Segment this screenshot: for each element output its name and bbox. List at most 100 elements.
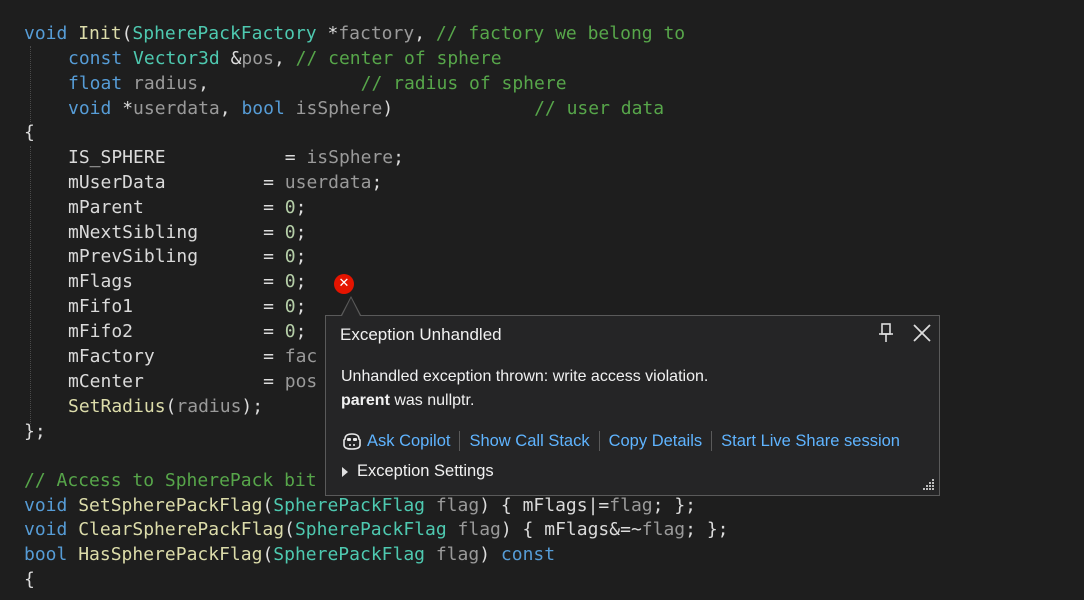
- code-line[interactable]: IS_SPHERE = isSphere;: [68, 146, 404, 170]
- code-line[interactable]: mNextSibling = 0;: [68, 221, 306, 245]
- parameter: isSphere: [295, 98, 383, 119]
- code-line-comment[interactable]: // Access to SpherePack bit: [24, 469, 317, 493]
- type-name: SpherePackFactory: [132, 23, 317, 44]
- exception-settings-toggle[interactable]: Exception Settings: [342, 462, 494, 481]
- error-x-icon[interactable]: ✕: [334, 274, 354, 294]
- code-line[interactable]: SetRadius(radius);: [68, 395, 263, 419]
- code-line[interactable]: float radius, // radius of sphere: [68, 72, 567, 96]
- comment: // center of sphere: [295, 48, 502, 69]
- code-line[interactable]: mFifo2 = 0;: [68, 320, 306, 344]
- type-name: SpherePackFlag: [273, 544, 425, 565]
- keyword: const: [68, 48, 123, 69]
- pin-icon[interactable]: [876, 322, 896, 344]
- parameter: pos: [284, 371, 318, 392]
- parameter: flag: [435, 495, 480, 516]
- start-live-share-link[interactable]: Start Live Share session: [721, 432, 900, 451]
- divider: [459, 431, 461, 451]
- comment: // radius of sphere: [360, 73, 567, 94]
- type-name: Vector3d: [133, 48, 220, 69]
- parameter: userdata: [284, 172, 372, 193]
- member-name: IS_SPHERE: [68, 147, 166, 168]
- member-name: mFifo1: [68, 296, 134, 317]
- code-line[interactable]: void Init(SpherePackFactory *factory, //…: [24, 22, 685, 46]
- exception-settings-label: Exception Settings: [357, 462, 494, 480]
- parameter: flag: [641, 519, 686, 540]
- code-line[interactable]: bool HasSpherePackFlag(SpherePackFlag fl…: [24, 543, 555, 567]
- parameter: flag: [435, 544, 480, 565]
- number-literal: 0: [284, 222, 296, 243]
- keyword: void: [68, 98, 112, 119]
- code-line[interactable]: };: [24, 420, 46, 444]
- member-name: mPrevSibling: [68, 246, 199, 267]
- comment: // user data: [534, 98, 665, 119]
- popup-title: Exception Unhandled: [340, 325, 502, 344]
- number-literal: 0: [284, 296, 296, 317]
- null-variable: parent: [341, 392, 390, 409]
- ask-copilot-link[interactable]: Ask Copilot: [367, 432, 450, 451]
- number-literal: 0: [284, 321, 296, 342]
- divider: [711, 431, 713, 451]
- member-name: mFactory: [68, 346, 155, 367]
- member-name: mNextSibling: [68, 222, 199, 243]
- code-line[interactable]: void ClearSpherePackFlag(SpherePackFlag …: [24, 518, 729, 542]
- expand-triangle-icon: [342, 466, 348, 477]
- parameter: flag: [457, 519, 501, 540]
- parameter: flag: [609, 495, 653, 516]
- keyword: bool: [24, 544, 68, 565]
- member-name: mFlags: [522, 495, 588, 516]
- indent-guide: [30, 146, 31, 424]
- copilot-icon[interactable]: [341, 431, 363, 451]
- member-name: mUserData: [68, 172, 166, 193]
- close-icon[interactable]: [911, 322, 933, 344]
- number-literal: 0: [284, 197, 296, 218]
- code-line[interactable]: mFifo1 = 0;: [68, 295, 306, 319]
- show-call-stack-link[interactable]: Show Call Stack: [469, 432, 589, 451]
- copy-details-link[interactable]: Copy Details: [609, 432, 703, 451]
- code-editor[interactable]: void Init(SpherePackFactory *factory, //…: [0, 0, 1084, 600]
- comment: // factory we belong to: [435, 23, 686, 44]
- parameter: isSphere: [306, 147, 394, 168]
- function-name: ClearSpherePackFlag: [78, 519, 285, 540]
- code-line[interactable]: mFactory = fac: [68, 345, 317, 369]
- code-line[interactable]: const Vector3d &pos, // center of sphere: [68, 47, 502, 71]
- keyword: void: [24, 519, 68, 540]
- divider: [598, 431, 600, 451]
- parameter: userdata: [133, 98, 220, 119]
- code-line[interactable]: {: [24, 568, 35, 592]
- parameter: radius: [133, 73, 199, 94]
- member-name: mFlags: [544, 519, 610, 540]
- exception-detail: parent was nullptr.: [341, 392, 475, 409]
- parameter: radius: [176, 396, 242, 417]
- member-name: mParent: [68, 197, 144, 218]
- type-name: SpherePackFlag: [294, 519, 447, 540]
- keyword: float: [68, 73, 123, 94]
- function-name: SetSpherePackFlag: [78, 495, 263, 516]
- parameter: factory: [338, 23, 415, 44]
- member-name: mFifo2: [68, 321, 134, 342]
- member-name: mFlags: [68, 271, 134, 292]
- code-line[interactable]: mParent = 0;: [68, 196, 306, 220]
- indent-guide: [30, 46, 31, 122]
- keyword: const: [500, 544, 556, 565]
- code-line[interactable]: mPrevSibling = 0;: [68, 245, 306, 269]
- function-name: SetRadius: [68, 396, 166, 417]
- code-line[interactable]: {: [24, 121, 35, 145]
- keyword: void: [24, 495, 68, 516]
- exception-message: Unhandled exception thrown: write access…: [341, 368, 709, 385]
- popup-pointer-fill: [342, 298, 360, 316]
- code-line-error[interactable]: mFlags = 0;: [68, 270, 306, 294]
- code-line[interactable]: void SetSpherePackFlag(SpherePackFlag fl…: [24, 494, 696, 518]
- keyword: bool: [241, 98, 285, 119]
- function-name: Init: [78, 23, 122, 44]
- code-line[interactable]: mCenter = pos: [68, 370, 317, 394]
- code-line[interactable]: void *userdata, bool isSphere) // user d…: [68, 97, 664, 121]
- resize-grip-icon[interactable]: [921, 477, 935, 491]
- function-name: HasSpherePackFlag: [78, 544, 263, 565]
- parameter: pos: [241, 48, 274, 69]
- number-literal: 0: [284, 246, 296, 267]
- code-line[interactable]: mUserData = userdata;: [68, 171, 382, 195]
- number-literal: 0: [284, 271, 296, 292]
- member-name: mCenter: [68, 371, 144, 392]
- keyword: void: [24, 23, 68, 44]
- type-name: SpherePackFlag: [273, 495, 425, 516]
